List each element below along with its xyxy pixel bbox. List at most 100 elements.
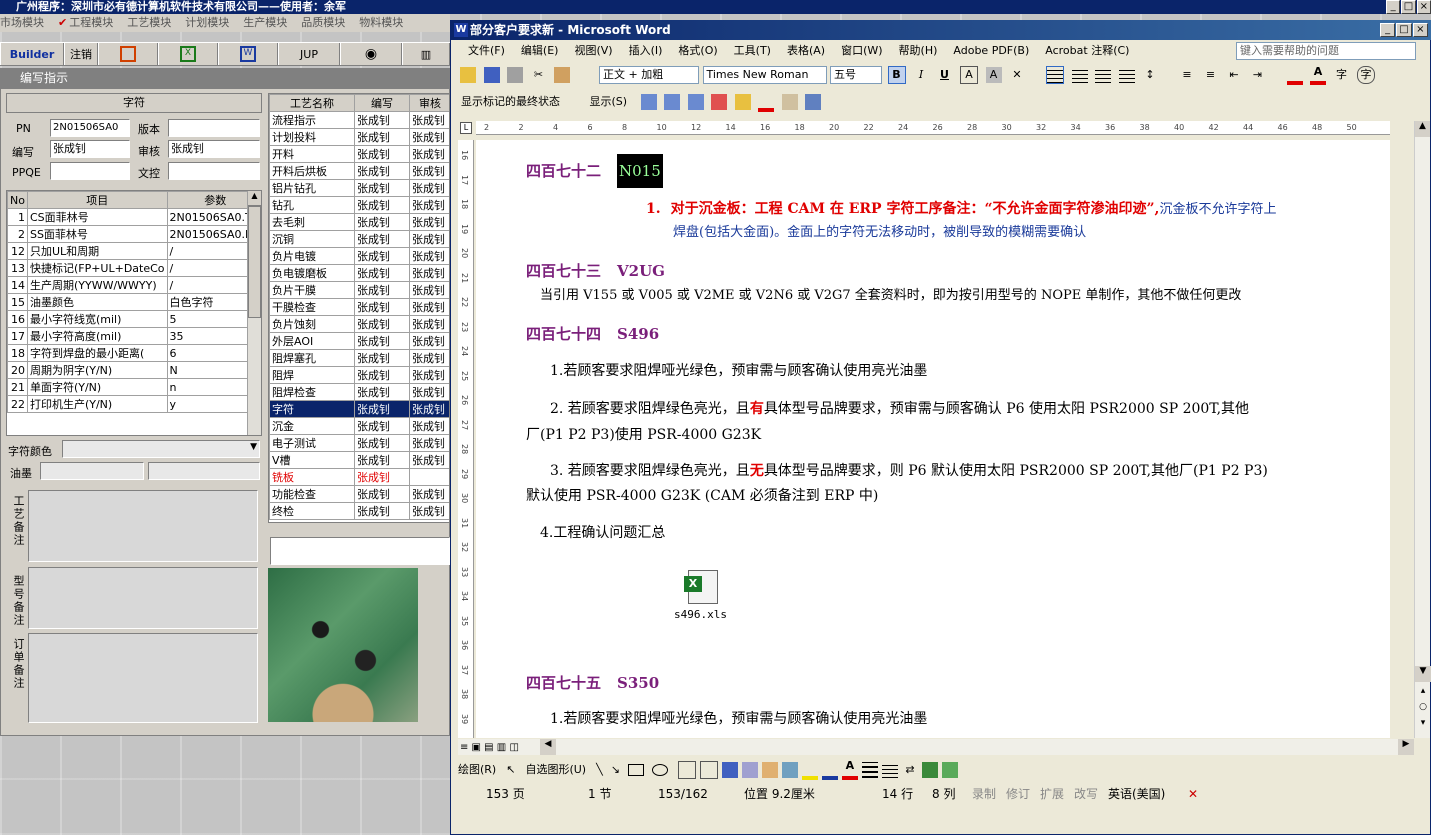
process-row[interactable]: 铣板 张成钊 <box>269 468 449 486</box>
reject-change-icon[interactable] <box>711 94 728 110</box>
param-row[interactable]: 12 只加UL和周期 / <box>7 242 261 260</box>
tab-selector-icon[interactable]: L <box>460 122 472 134</box>
print-icon[interactable] <box>507 67 523 83</box>
char-border-icon[interactable]: A <box>960 66 978 84</box>
process-row[interactable]: 电子测试 张成钊 张成钊 <box>269 434 449 452</box>
process-row[interactable]: 阻焊检查 张成钊 张成钊 <box>269 383 449 401</box>
menu-tools[interactable]: 工具(T) <box>734 44 771 57</box>
phonetic-icon[interactable]: 字 <box>1334 67 1350 83</box>
rectangle-icon[interactable] <box>627 764 644 776</box>
open-icon[interactable] <box>460 67 476 83</box>
char-color-select[interactable]: ▼ <box>62 440 260 458</box>
align-right-icon[interactable] <box>1095 67 1111 83</box>
vertical-ruler[interactable]: 16 17 18 19 20 21 22 23 24 25 26 27 28 29 30 31 32 33 34 35… <box>458 140 474 738</box>
save-icon[interactable] <box>483 67 500 83</box>
process-row[interactable]: 钻孔 张成钊 张成钊 <box>269 196 449 214</box>
cut-icon[interactable]: ✂ <box>531 67 547 83</box>
menu-adobe-pdf[interactable]: Adobe PDF(B) <box>953 44 1029 57</box>
dash-style-icon[interactable] <box>881 762 898 778</box>
process-row[interactable]: 外层AOI 张成钊 张成钊 <box>269 332 449 350</box>
clipart-icon[interactable] <box>761 762 778 778</box>
app-minimize-button[interactable]: _ <box>1386 0 1401 14</box>
jup-button[interactable]: JUP <box>278 43 340 65</box>
increase-indent-icon[interactable]: ⇥ <box>1250 67 1266 83</box>
param-row[interactable]: 22 打印机生产(Y/N) y <box>7 395 261 413</box>
ppqe-field[interactable] <box>50 162 130 180</box>
vertical-textbox-icon[interactable] <box>699 761 718 779</box>
align-justify-icon[interactable] <box>1046 66 1064 84</box>
ink-field-2[interactable] <box>148 462 260 480</box>
select-objects-icon[interactable]: ↖ <box>506 758 515 782</box>
param-row[interactable]: 15 油墨颜色 白色字符 <box>7 293 261 311</box>
word-maximize-button[interactable]: □ <box>1396 23 1412 37</box>
style-select[interactable]: 正文 + 加粗 <box>599 66 699 84</box>
builder-button[interactable]: Builder <box>0 43 64 65</box>
reviewer-field[interactable]: 张成钊 <box>168 140 260 158</box>
italic-button[interactable]: I <box>913 67 929 83</box>
align-center-icon[interactable] <box>1071 67 1088 83</box>
scroll-left-icon[interactable]: ◀ <box>540 739 556 755</box>
ink-field-1[interactable] <box>40 462 144 480</box>
app-close-button[interactable]: × <box>1416 0 1431 14</box>
process-row[interactable]: 功能检查 张成钊 张成钊 <box>269 485 449 503</box>
browse-object-icon[interactable]: ○ <box>1415 702 1431 718</box>
process-row[interactable]: 负片蚀刻 张成钊 张成钊 <box>269 315 449 333</box>
param-row[interactable]: 21 单面字符(Y/N) n <box>7 378 261 396</box>
track-color-icon[interactable] <box>758 92 775 112</box>
font-color-icon[interactable]: A <box>1310 65 1326 85</box>
menu-table[interactable]: 表格(A) <box>787 44 825 57</box>
distribute-icon[interactable] <box>1118 67 1135 83</box>
size-select[interactable]: 五号 <box>830 66 882 84</box>
process-input[interactable] <box>270 537 450 565</box>
spelling-status-icon[interactable]: ✕ <box>1188 783 1212 805</box>
line-style-icon[interactable] <box>861 762 878 778</box>
process-row[interactable]: 计划投料 张成钊 张成钊 <box>269 128 449 146</box>
order-remark-field[interactable] <box>28 633 258 723</box>
fill-color-icon[interactable] <box>801 760 818 780</box>
doc-control-field[interactable] <box>168 162 260 180</box>
process-row[interactable]: 沉金 张成钊 张成钊 <box>269 417 449 435</box>
numbering-icon[interactable]: ≡ <box>1179 67 1195 83</box>
picture-icon[interactable] <box>781 762 798 778</box>
shadow-icon[interactable] <box>921 762 938 778</box>
draw-font-color-icon[interactable]: A <box>841 760 858 780</box>
scroll-thumb[interactable] <box>248 206 261 318</box>
word-vertical-scrollbar[interactable]: ▲ ▼ ▴ ○ ▾ <box>1414 121 1431 738</box>
eye-icon[interactable]: ◉ <box>340 43 402 65</box>
track-changes-icon[interactable] <box>781 94 798 110</box>
bullets-icon[interactable]: ≡ <box>1203 67 1219 83</box>
status-ovr[interactable]: 改写 <box>1074 783 1108 805</box>
format-painter-icon[interactable] <box>554 67 570 83</box>
status-rec[interactable]: 录制 <box>972 783 1006 805</box>
markup-view-select[interactable]: 显示标记的最终状态 <box>458 94 586 112</box>
process-row[interactable]: 负电镀磨板 张成钊 张成钊 <box>269 264 449 282</box>
process-remark-field[interactable] <box>28 490 258 562</box>
process-row[interactable]: 开料后烘板 张成钊 张成钊 <box>269 162 449 180</box>
param-row[interactable]: 16 最小字符线宽(mil) 5 <box>7 310 261 328</box>
pn-field[interactable]: 2N01506SA0 <box>50 119 130 137</box>
param-scrollbar[interactable]: ▲ <box>247 191 261 435</box>
menu-engineering[interactable]: 工程模块 <box>69 16 113 29</box>
process-row[interactable]: 沉铜 张成钊 张成钊 <box>269 230 449 248</box>
document-page[interactable]: 四百七十二 N015 1. 对于沉金板：工程 CAM 在 ERP 字符工序备注：“不… <box>476 140 1390 738</box>
show-menu[interactable]: 显示(S) <box>590 95 628 108</box>
highlight-icon[interactable] <box>1286 65 1303 85</box>
horizontal-ruler[interactable]: 2 2 4 6 8 10 12 14 16 18 20 22 24 26 28 30 32 34 36 38 40 42 4… <box>476 121 1390 135</box>
process-row[interactable]: 开料 张成钊 张成钊 <box>269 145 449 163</box>
prev-change-icon[interactable] <box>640 94 657 110</box>
help-search-input[interactable]: 键入需要帮助的问题 <box>1236 42 1416 60</box>
model-remark-field[interactable] <box>28 567 258 629</box>
textbox-icon[interactable] <box>677 761 696 779</box>
wordart-icon[interactable] <box>721 762 738 778</box>
decrease-indent-icon[interactable]: ⇤ <box>1226 67 1242 83</box>
process-row[interactable]: 字符 张成钊 张成钊 <box>269 400 449 418</box>
line-icon[interactable]: ╲ <box>596 758 603 782</box>
param-row[interactable]: 20 周期为阴字(Y/N) N <box>7 361 261 379</box>
scroll-up-icon[interactable]: ▲ <box>1415 121 1430 137</box>
view-buttons[interactable]: ≡ ▣ ▤ ▥ ◫ <box>460 742 519 753</box>
logout-button[interactable]: 注销 <box>64 43 98 65</box>
menu-insert[interactable]: 插入(I) <box>629 44 663 57</box>
char-scale-icon[interactable]: ✕ <box>1009 67 1025 83</box>
process-row[interactable]: 负片电镀 张成钊 张成钊 <box>269 247 449 265</box>
param-row[interactable]: 13 快捷标记(FP+UL+DateCo / <box>7 259 261 277</box>
